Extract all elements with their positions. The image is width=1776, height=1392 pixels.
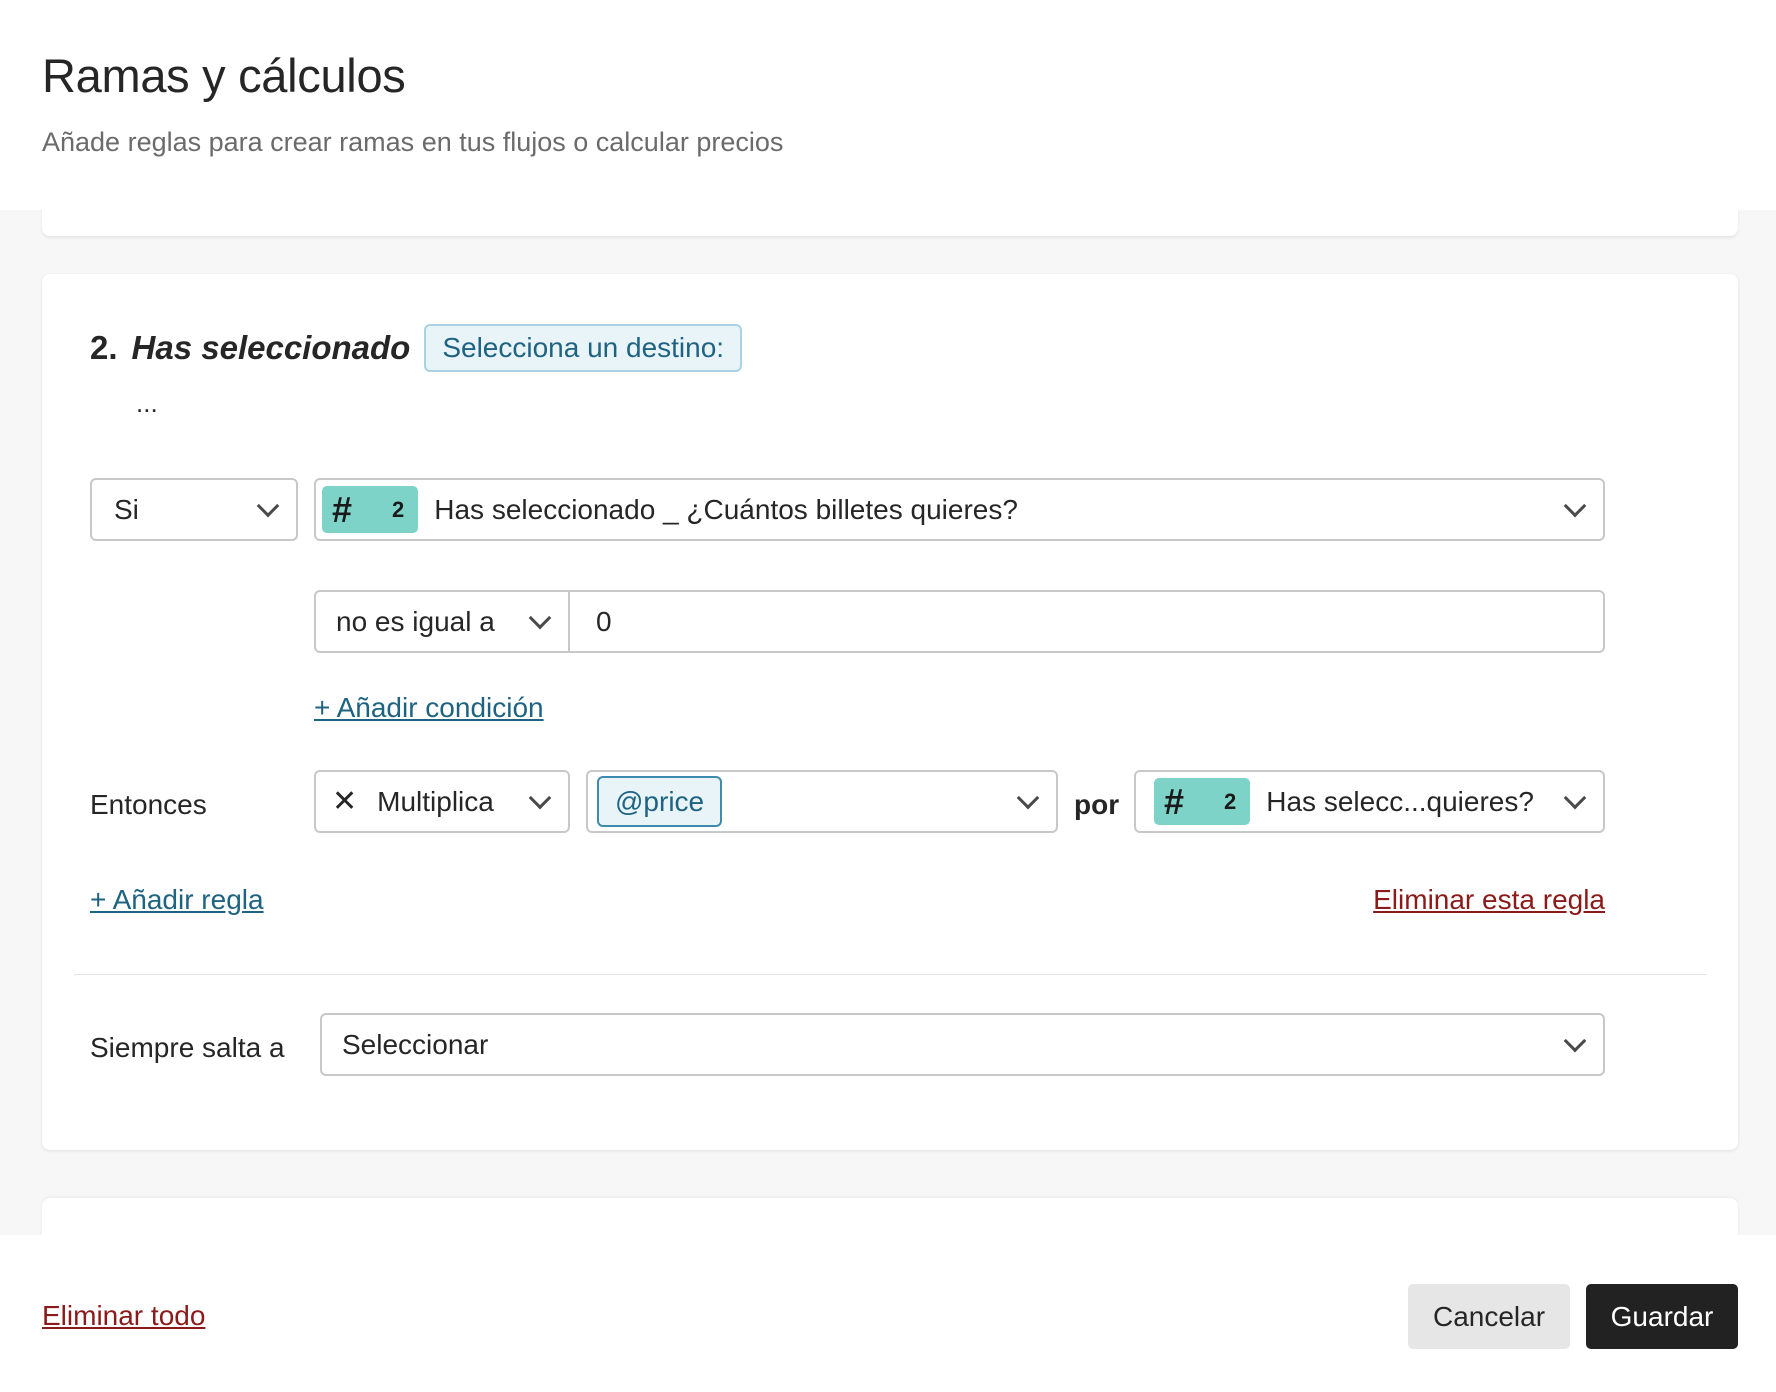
chevron-down-icon	[1563, 1029, 1587, 1052]
condition-value-input[interactable]: 0	[568, 590, 1605, 653]
price-variable-chip: @price	[597, 776, 723, 827]
chevron-down-icon	[1563, 494, 1587, 517]
rule-name: Has seleccionado	[131, 329, 411, 366]
delete-all-link[interactable]: Eliminar todo	[42, 1300, 205, 1332]
por-label: por	[1074, 789, 1120, 820]
page-title: Ramas y cálculos	[42, 49, 406, 102]
save-button[interactable]: Guardar	[1586, 1284, 1738, 1349]
ellipsis-text: ...	[136, 388, 158, 418]
dialog-footer: Eliminar todo Cancelar Guardar	[0, 1235, 1776, 1392]
rule-number: 2.	[90, 329, 118, 366]
if-select-value: Si	[114, 493, 139, 525]
operand-select[interactable]: # 2 Has selecc...quieres?	[1134, 770, 1605, 833]
dialog-header: Ramas y cálculos Añade reglas para crear…	[0, 0, 1776, 210]
delete-rule-link[interactable]: Eliminar esta regla	[1373, 884, 1605, 916]
times-icon: ✕	[332, 785, 358, 818]
page-subtitle: Añade reglas para crear ramas en tus flu…	[42, 127, 784, 157]
variable-select[interactable]: @price	[586, 770, 1058, 833]
add-rule-link[interactable]: + Añadir regla	[90, 884, 264, 916]
operator-select[interactable]: no es igual a	[314, 590, 570, 653]
number-question-badge: # 2	[322, 486, 419, 533]
chevron-down-icon	[528, 786, 552, 809]
chevron-down-icon	[256, 494, 280, 517]
always-jump-label: Siempre salta a	[90, 1032, 285, 1063]
previous-rule-card	[42, 210, 1738, 236]
if-select[interactable]: Si	[90, 478, 298, 541]
chevron-down-icon	[1016, 786, 1040, 809]
next-rule-card	[42, 1198, 1738, 1235]
hash-icon: #	[1164, 780, 1185, 822]
then-label: Entonces	[90, 789, 207, 820]
rule-heading: 2. Has seleccionado Selecciona un destin…	[90, 324, 743, 372]
cancel-button[interactable]: Cancelar	[1408, 1284, 1570, 1349]
add-condition-link[interactable]: + Añadir condición	[314, 692, 544, 724]
operator-value: no es igual a	[336, 605, 495, 637]
condition-value: 0	[596, 605, 612, 637]
badge-number: 2	[392, 496, 405, 522]
destination-chip[interactable]: Selecciona un destino:	[424, 324, 743, 372]
condition-field-select[interactable]: # 2 Has seleccionado _ ¿Cuántos billetes…	[314, 478, 1605, 541]
action-select[interactable]: ✕ Multiplica	[314, 770, 570, 833]
badge-number: 2	[1224, 788, 1237, 814]
rules-scroll-area[interactable]: 2. Has seleccionado Selecciona un destin…	[0, 210, 1776, 1235]
action-value: Multiplica	[377, 785, 494, 817]
divider	[74, 974, 1706, 975]
number-question-badge: # 2	[1154, 778, 1251, 825]
hash-icon: #	[332, 488, 353, 530]
operand-value: Has selecc...quieres?	[1266, 785, 1534, 817]
always-jump-value: Seleccionar	[342, 1028, 489, 1060]
rule-card: 2. Has seleccionado Selecciona un destin…	[42, 274, 1738, 1150]
chevron-down-icon	[1563, 786, 1587, 809]
always-jump-select[interactable]: Seleccionar	[320, 1013, 1605, 1076]
condition-field-value: Has seleccionado _ ¿Cuántos billetes qui…	[434, 493, 1018, 525]
chevron-down-icon	[528, 606, 552, 629]
